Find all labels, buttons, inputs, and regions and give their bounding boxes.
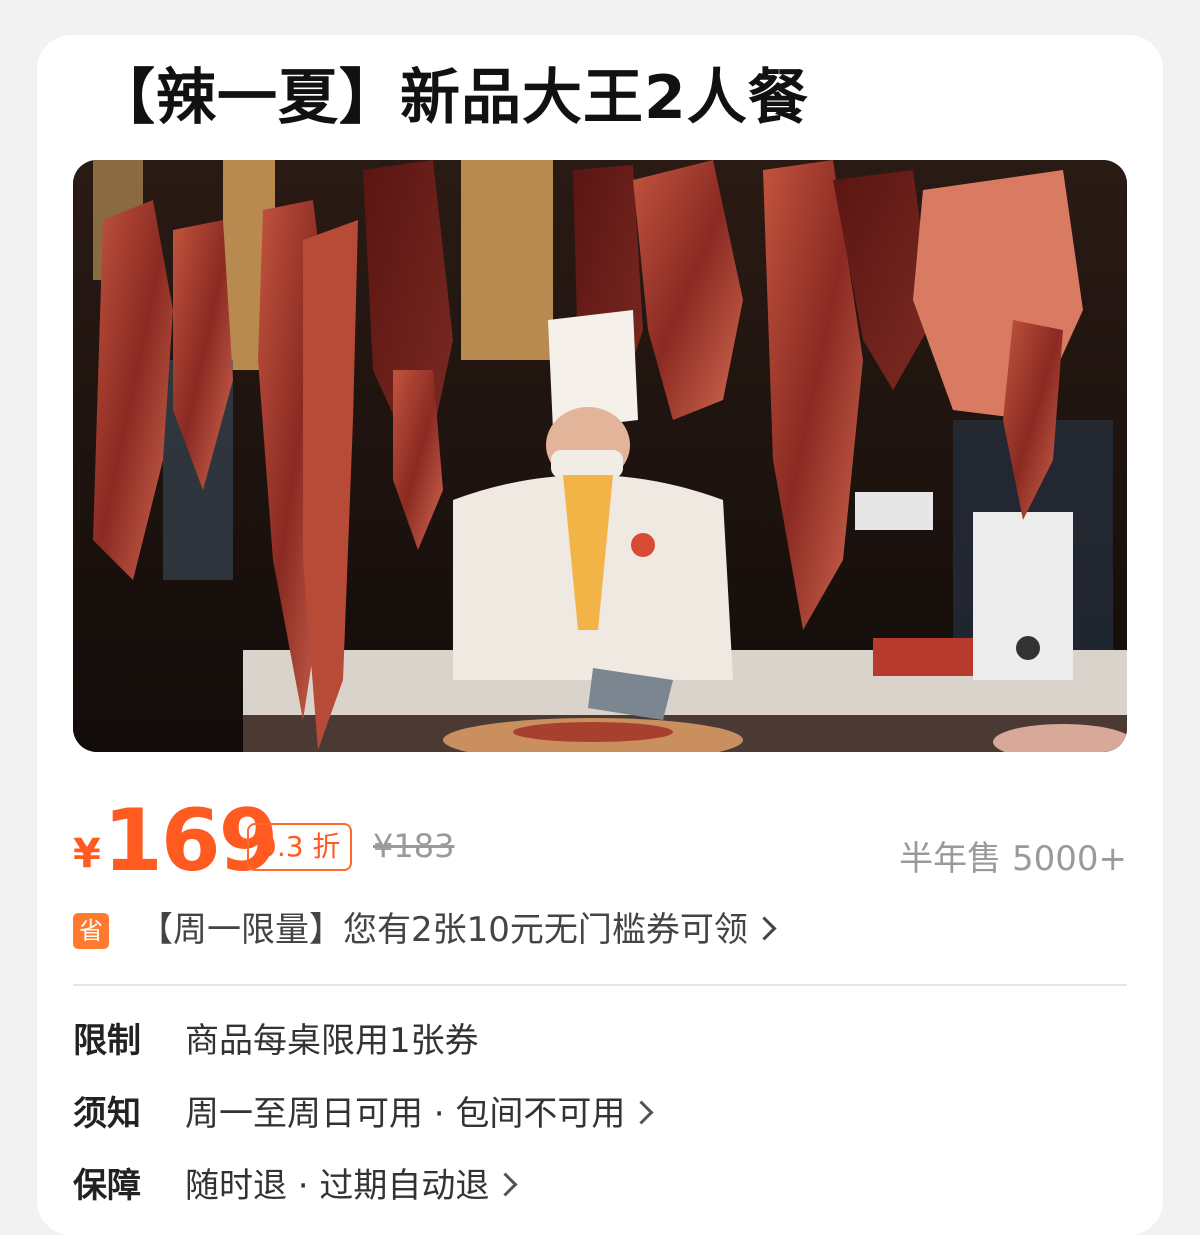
product-photo[interactable]: [73, 160, 1127, 752]
chevron-right-icon: [493, 1172, 518, 1197]
info-label: 保障: [73, 1166, 141, 1206]
info-value-text: 随时退 · 过期自动退: [185, 1166, 490, 1206]
info-value-text: 周一至周日可用 · 包间不可用: [185, 1094, 626, 1134]
save-icon: 省: [73, 913, 109, 949]
info-value: 随时退 · 过期自动退: [185, 1160, 518, 1212]
info-value: 商品每桌限用1张券: [185, 1021, 479, 1061]
chevron-right-icon: [629, 1100, 654, 1125]
sales-count: 半年售 5000+: [899, 839, 1127, 879]
butcher-scene-image: [73, 160, 1127, 752]
discount-badge: 9.3 折: [247, 823, 353, 871]
original-price: ¥183: [373, 827, 455, 865]
info-row-guarantee[interactable]: 保障 随时退 · 过期自动退: [73, 1160, 1127, 1212]
price-row: ¥ 169 9.3 折 ¥183 半年售 5000+: [73, 791, 1127, 895]
info-label: 须知: [73, 1094, 141, 1134]
info-row-notice[interactable]: 须知 周一至周日可用 · 包间不可用: [73, 1088, 1127, 1140]
info-label: 限制: [73, 1021, 141, 1061]
info-row-restriction: 限制 商品每桌限用1张券: [73, 1015, 1127, 1067]
divider: [73, 984, 1127, 986]
coupon-offer-link[interactable]: 【周一限量】您有2张10元无门槛券可领: [139, 905, 777, 955]
coupon-offer-text: 【周一限量】您有2张10元无门槛券可领: [139, 910, 748, 950]
coupon-row[interactable]: 省 【周一限量】您有2张10元无门槛券可领: [73, 905, 1127, 955]
info-value: 周一至周日可用 · 包间不可用: [185, 1088, 654, 1140]
product-title: 【辣一夏】新品大王2人餐: [95, 63, 809, 133]
currency-symbol: ¥: [73, 831, 101, 877]
chevron-right-icon: [752, 916, 777, 941]
